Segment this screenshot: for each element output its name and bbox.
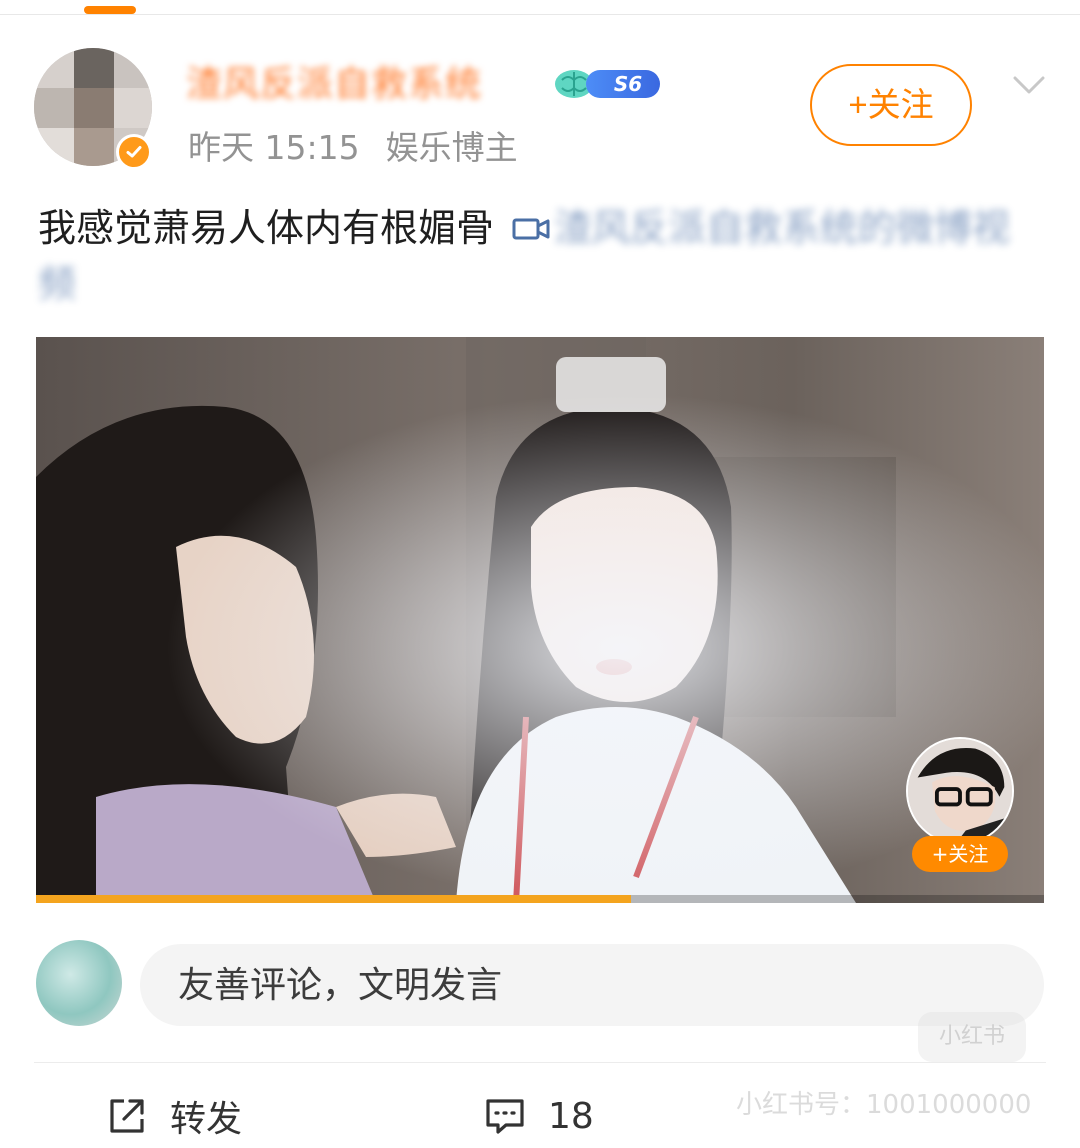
- post-meta: 昨天 15:15 娱乐博主: [188, 126, 518, 170]
- author-category: 娱乐博主: [385, 128, 518, 167]
- streamer-portrait: [908, 739, 1012, 843]
- verified-check-icon: [116, 134, 152, 170]
- post-time: 昨天 15:15: [188, 128, 360, 167]
- bottom-divider: [34, 1062, 1046, 1063]
- watermark-text: 小红书号：1001000000: [736, 1090, 1032, 1120]
- top-divider: [0, 14, 1080, 15]
- repost-button[interactable]: 转发: [106, 1088, 242, 1144]
- author-name[interactable]: 渣风反派自救系统: [186, 62, 482, 108]
- level-label: S6: [586, 70, 660, 98]
- video-camera-icon: [512, 218, 550, 240]
- video-progress-bar[interactable]: [36, 895, 1044, 903]
- current-user-avatar[interactable]: [36, 940, 122, 1026]
- post-text: 我感觉萧易人体内有根媚骨 渣风反派自救系统的微博视频: [38, 200, 1048, 312]
- video-frame: [36, 337, 1044, 903]
- chevron-down-icon[interactable]: [1010, 70, 1048, 100]
- comment-icon: [486, 1099, 524, 1134]
- comment-button[interactable]: 18: [484, 1088, 594, 1144]
- streamer-follow-button[interactable]: +关注: [912, 836, 1008, 872]
- watermark-logo: 小红书: [918, 1012, 1026, 1062]
- comment-input[interactable]: [140, 944, 1044, 1026]
- level-badge: S6: [552, 66, 660, 102]
- comment-count: 18: [548, 1095, 594, 1137]
- active-tab-indicator: [84, 6, 136, 14]
- video-progress-fill: [36, 895, 631, 903]
- video-player[interactable]: +关注: [36, 337, 1044, 903]
- post-body: 我感觉萧易人体内有根媚骨: [38, 206, 495, 250]
- streamer-avatar[interactable]: [906, 737, 1014, 845]
- repost-label: 转发: [170, 1099, 243, 1140]
- share-icon: [110, 1099, 144, 1133]
- follow-button[interactable]: +关注: [810, 64, 972, 146]
